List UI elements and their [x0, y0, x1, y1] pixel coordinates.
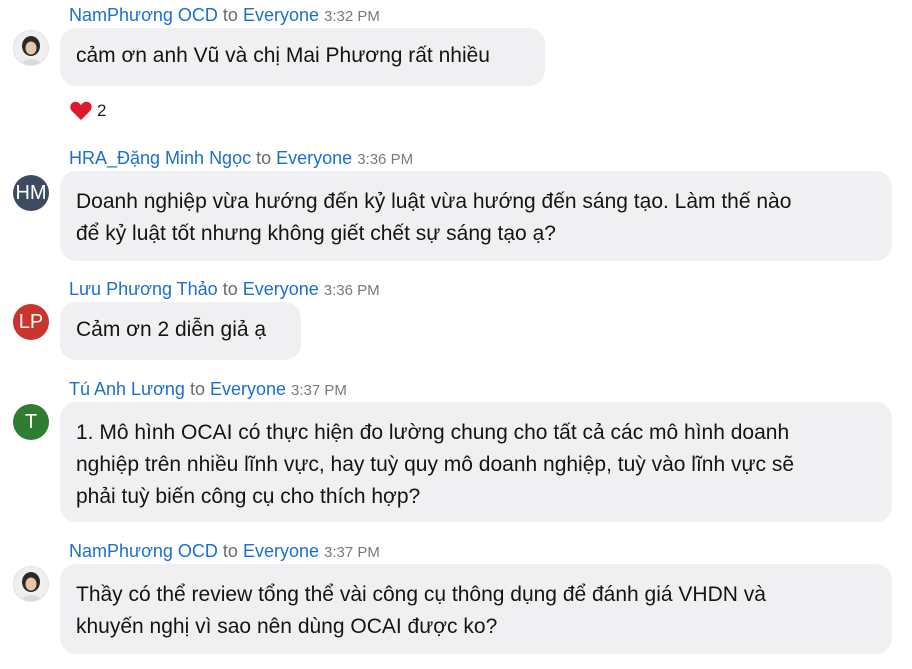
sender-name[interactable]: NamPhương OCD [69, 5, 218, 25]
timestamp: 3:32 PM [324, 8, 380, 25]
message-bubble[interactable]: 1. Mô hình OCAI có thực hiện đo lường ch… [60, 402, 892, 522]
timestamp: 3:36 PM [323, 282, 380, 299]
message-header: Tú Anh Lương to Everyone 3:37 PM [69, 379, 347, 400]
avatar[interactable] [13, 30, 49, 66]
message-bubble[interactable]: cảm ơn anh Vũ và chị Mai Phương rất nhiề… [60, 28, 545, 86]
message-header: HRA_Đặng Minh Ngọc to Everyone 3:36 PM [69, 148, 413, 169]
message-line: khuyến nghị vì sao nên dùng OCAI được ko… [76, 615, 498, 638]
reaction-badge[interactable]: 2 [69, 100, 106, 121]
message-header: NamPhương OCD to Everyone 3:32 PM [69, 5, 380, 26]
to-label: to [222, 541, 238, 561]
recipient-name[interactable]: Everyone [276, 148, 352, 168]
recipient-name[interactable]: Everyone [243, 541, 319, 561]
message-line: 1. Mô hình OCAI có thực hiện đo lường ch… [76, 421, 790, 444]
reaction-count: 2 [97, 100, 107, 120]
user-photo-icon [14, 31, 48, 65]
to-label: to [189, 379, 205, 399]
sender-name[interactable]: Lưu Phương Thảo [69, 279, 218, 299]
message-bubble[interactable]: Doanh nghiệp vừa hướng đến kỷ luật vừa h… [60, 171, 892, 261]
message-line: cảm ơn anh Vũ và chị Mai Phương rất nhiề… [76, 44, 490, 67]
message-line: Doanh nghiệp vừa hướng đến kỷ luật vừa h… [76, 190, 792, 213]
timestamp: 3:36 PM [357, 151, 414, 168]
message-bubble[interactable]: Cảm ơn 2 diễn giả ạ [60, 302, 301, 360]
to-label: to [222, 5, 238, 25]
to-label: to [222, 279, 238, 299]
message-line: phải tuỳ biến công cụ cho thích hợp? [76, 485, 421, 508]
avatar[interactable]: T [13, 404, 49, 440]
to-label: to [256, 148, 272, 168]
avatar[interactable] [13, 566, 49, 602]
message-line: để kỷ luật tốt nhưng không giết chết sự … [76, 222, 556, 245]
message-header: NamPhương OCD to Everyone 3:37 PM [69, 541, 380, 562]
recipient-name[interactable]: Everyone [243, 279, 319, 299]
message-line: Cảm ơn 2 diễn giả ạ [76, 318, 267, 341]
heart-icon [70, 101, 92, 121]
sender-name[interactable]: NamPhương OCD [69, 541, 218, 561]
sender-name[interactable]: HRA_Đặng Minh Ngọc [69, 148, 251, 168]
timestamp: 3:37 PM [291, 382, 347, 399]
recipient-name[interactable]: Everyone [243, 5, 319, 25]
message-line: Thầy có thể review tổng thể vài công cụ … [76, 583, 766, 606]
sender-name[interactable]: Tú Anh Lương [69, 379, 185, 399]
avatar[interactable]: LP [13, 304, 49, 340]
avatar[interactable]: HM [13, 175, 49, 211]
recipient-name[interactable]: Everyone [210, 379, 286, 399]
user-photo-icon [14, 567, 48, 601]
message-line: nghiệp trên nhiều lĩnh vực, hay tuỳ quy … [76, 453, 795, 476]
message-bubble[interactable]: Thầy có thể review tổng thể vài công cụ … [60, 564, 892, 654]
message-header: Lưu Phương Thảo to Everyone 3:36 PM [69, 279, 380, 300]
timestamp: 3:37 PM [324, 544, 380, 561]
